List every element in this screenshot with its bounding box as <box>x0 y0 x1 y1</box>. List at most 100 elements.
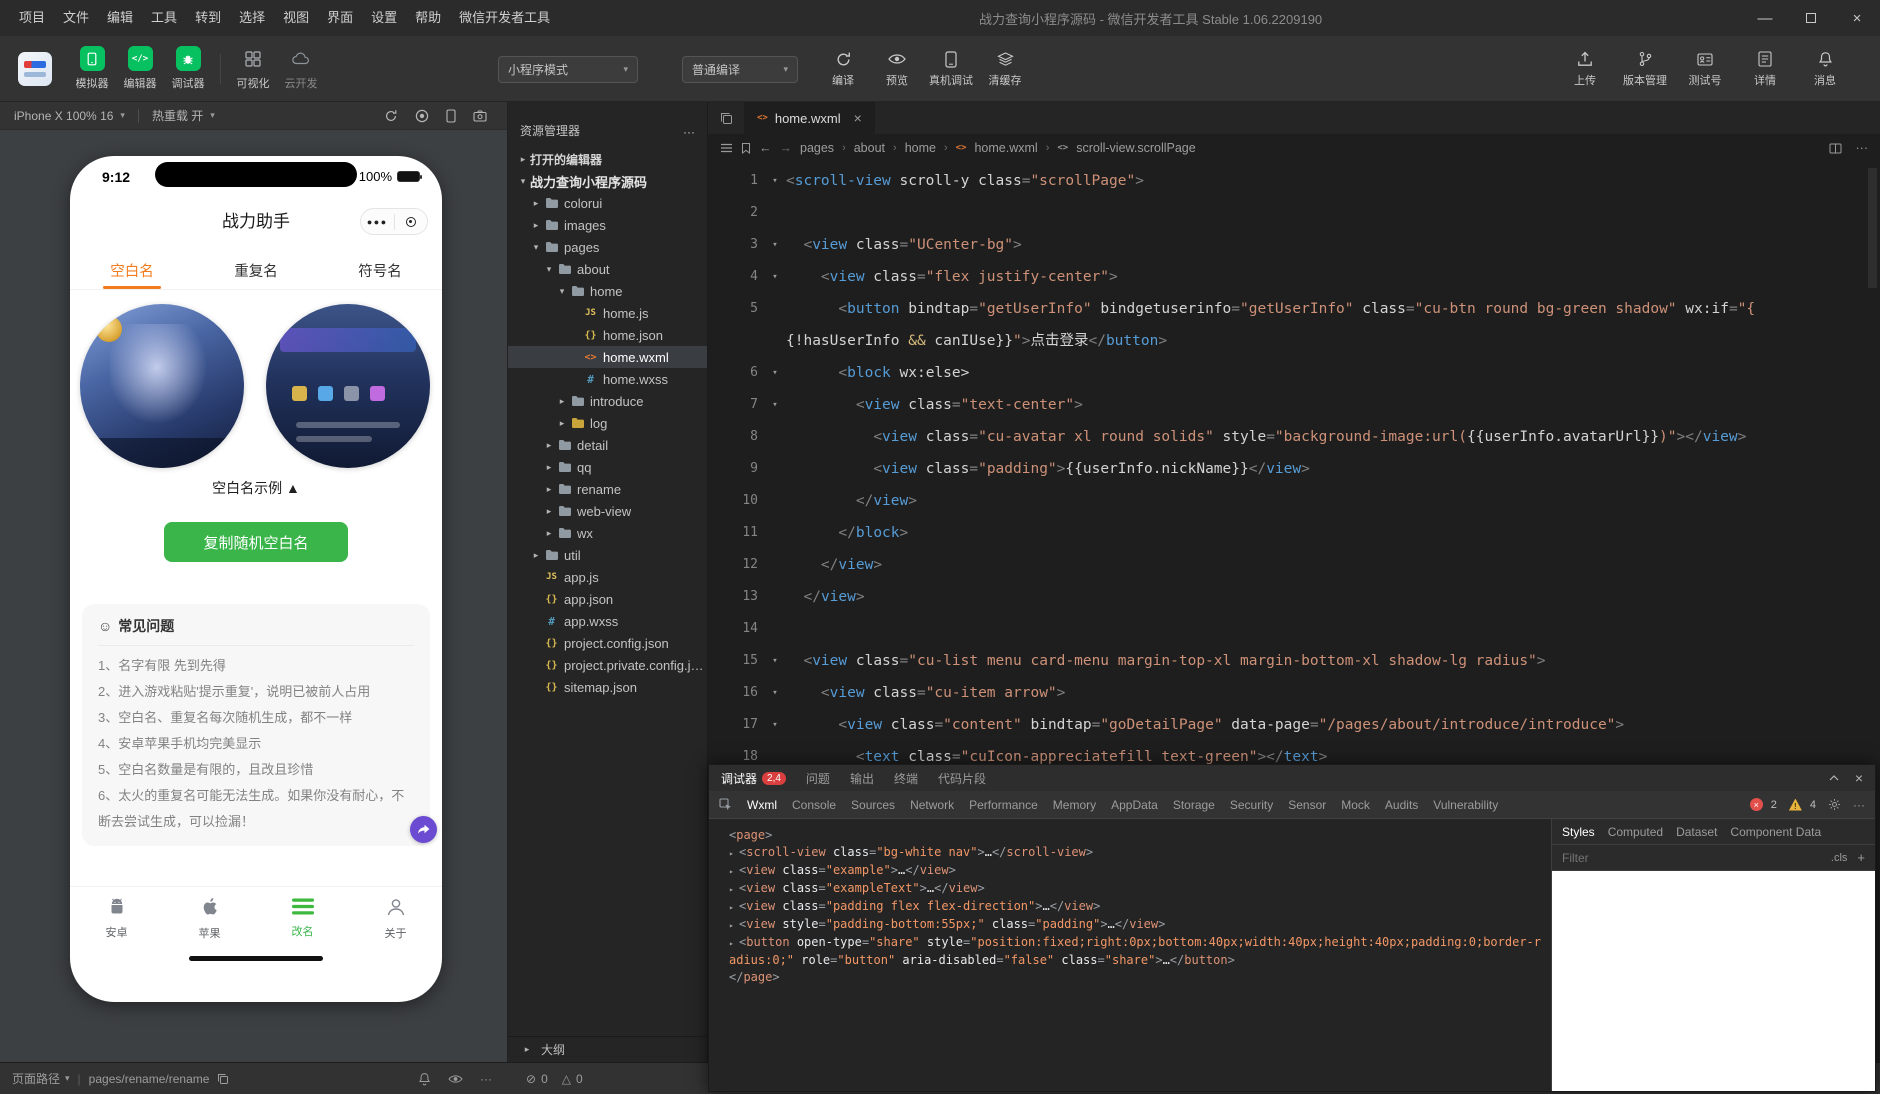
breadcrumb-item[interactable]: home.wxml <box>974 141 1037 155</box>
tree-item-file[interactable]: {}sitemap.json <box>508 676 707 698</box>
tree-item-folder[interactable]: ▸打开的编辑器 <box>508 148 707 170</box>
bell-icon[interactable] <box>418 1072 431 1086</box>
menu-item[interactable]: 转到 <box>186 0 230 36</box>
tree-item-file[interactable]: {}project.config.json <box>508 632 707 654</box>
more-icon[interactable]: ●●● <box>361 217 394 227</box>
devtools-tab-mock[interactable]: Mock <box>1341 798 1370 812</box>
wxml-tree-node[interactable]: ▸<view style="padding-bottom:55px;" clas… <box>719 916 1541 934</box>
debugger-window-tab[interactable]: 代码片段 <box>938 770 986 787</box>
tree-item-folder[interactable]: ▸util <box>508 544 707 566</box>
phone-tab-item[interactable]: 重复名 <box>194 252 318 289</box>
phone-tab-item[interactable]: 符号名 <box>318 252 442 289</box>
device-frame-icon[interactable] <box>446 109 456 123</box>
tree-item-folder[interactable]: ▾pages <box>508 236 707 258</box>
outline-section[interactable]: ▸ 大纲 <box>508 1036 707 1062</box>
tree-item-file[interactable]: JShome.js <box>508 302 707 324</box>
bookmark-icon[interactable] <box>741 142 751 154</box>
devtools-tab-security[interactable]: Security <box>1230 798 1273 812</box>
styles-tab-dataset[interactable]: Dataset <box>1676 825 1717 839</box>
tabbar-item-android[interactable]: 安卓 <box>70 887 163 950</box>
toolbar-simulator-button[interactable]: 模拟器 <box>68 46 116 91</box>
list-icon[interactable] <box>720 143 733 153</box>
styles-tab-computed[interactable]: Computed <box>1608 825 1663 839</box>
inspect-element-icon[interactable] <box>719 798 732 811</box>
compile-mode-select[interactable]: 普通编译▾ <box>682 56 798 83</box>
tree-item-folder[interactable]: ▾战力查询小程序源码 <box>508 170 707 192</box>
close-capsule-icon[interactable] <box>395 217 428 227</box>
menu-item[interactable]: 视图 <box>274 0 318 36</box>
devtools-tab-console[interactable]: Console <box>792 798 836 812</box>
toolbar-test-button[interactable]: 测试号 <box>1678 50 1732 88</box>
devtools-tab-sensor[interactable]: Sensor <box>1288 798 1326 812</box>
tree-item-folder[interactable]: ▾about <box>508 258 707 280</box>
menu-item[interactable]: 文件 <box>54 0 98 36</box>
tree-item-folder[interactable]: ▸log <box>508 412 707 434</box>
record-icon[interactable] <box>415 109 429 123</box>
devtools-tab-storage[interactable]: Storage <box>1173 798 1215 812</box>
copy-random-name-button[interactable]: 复制随机空白名 <box>164 522 348 562</box>
toolbar-device-debug-button[interactable]: 真机调试 <box>924 50 978 88</box>
gear-icon[interactable] <box>1828 798 1841 811</box>
debugger-window-tab[interactable]: 调试器2,4 <box>721 770 786 787</box>
tree-item-file[interactable]: #home.wxss <box>508 368 707 390</box>
menu-item[interactable]: 项目 <box>10 0 54 36</box>
toolbar-detail-button[interactable]: 详情 <box>1738 50 1792 88</box>
copy-path-icon[interactable] <box>217 1073 229 1085</box>
toolbar-upload-button[interactable]: 上传 <box>1558 50 1612 88</box>
capsule-menu[interactable]: ●●● <box>360 208 428 235</box>
tab-home-wxml[interactable]: <> home.wxml × <box>744 102 875 134</box>
menu-item[interactable]: 帮助 <box>406 0 450 36</box>
devtools-tab-performance[interactable]: Performance <box>969 798 1038 812</box>
tree-item-folder[interactable]: ▸web-view <box>508 500 707 522</box>
hot-reload-toggle[interactable]: 热重载 开 <box>152 107 203 124</box>
debugger-window-tab[interactable]: 问题 <box>806 770 830 787</box>
styles-content[interactable] <box>1552 871 1875 1091</box>
breadcrumb-item[interactable]: about <box>854 141 885 155</box>
toolbar-compile-button[interactable]: 编译 <box>816 50 870 88</box>
close-panel-icon[interactable]: × <box>1855 770 1863 786</box>
tree-item-file[interactable]: {}app.json <box>508 588 707 610</box>
tree-item-file[interactable]: JSapp.js <box>508 566 707 588</box>
tree-item-file[interactable]: {}project.private.config.json <box>508 654 707 676</box>
close-tab-icon[interactable]: × <box>854 110 862 126</box>
tree-item-folder[interactable]: ▸wx <box>508 522 707 544</box>
styles-tab-styles[interactable]: Styles <box>1562 825 1595 839</box>
tree-item-folder[interactable]: ▸rename <box>508 478 707 500</box>
tree-item-file[interactable]: {}home.json <box>508 324 707 346</box>
devtools-tab-sources[interactable]: Sources <box>851 798 895 812</box>
tree-item-folder[interactable]: ▸colorui <box>508 192 707 214</box>
tabbar-item-menu[interactable]: 改名 <box>256 887 349 950</box>
warning-status[interactable]: △0 <box>562 1072 583 1086</box>
breadcrumb-item[interactable]: pages <box>800 141 834 155</box>
tree-item-file[interactable]: <>home.wxml <box>508 346 707 368</box>
close-button[interactable]: × <box>1834 0 1880 36</box>
error-status[interactable]: ⊘0 <box>526 1072 548 1086</box>
toolbar-editor-button[interactable]: </>编辑器 <box>116 46 164 91</box>
devtools-tab-appdata[interactable]: AppData <box>1111 798 1158 812</box>
breadcrumb-item[interactable]: scroll-view.scrollPage <box>1076 141 1195 155</box>
wxml-tree-node[interactable]: ▸<view class="padding flex flex-directio… <box>719 898 1541 916</box>
filter-input[interactable] <box>1562 851 1702 865</box>
toolbar-cloud-button[interactable]: 云开发 <box>277 46 325 91</box>
tree-item-folder[interactable]: ▾home <box>508 280 707 302</box>
mode-select[interactable]: 小程序模式▾ <box>498 56 638 83</box>
tabbar-item-person[interactable]: 关于 <box>349 887 442 950</box>
styles-tab-component-data[interactable]: Component Data <box>1730 825 1821 839</box>
panel-more-icon[interactable]: ··· <box>1853 798 1865 812</box>
wxml-tree-node[interactable]: ▸<view class="exampleText">…</view> <box>719 880 1541 898</box>
menu-item[interactable]: 选择 <box>230 0 274 36</box>
phone-tab-active[interactable]: 空白名 <box>70 252 194 289</box>
devtools-tab-audits[interactable]: Audits <box>1385 798 1418 812</box>
menu-item[interactable]: 工具 <box>142 0 186 36</box>
screenshot-icon[interactable] <box>473 110 487 122</box>
tabbar-item-apple[interactable]: 苹果 <box>163 887 256 950</box>
debugger-window-tab[interactable]: 输出 <box>850 770 874 787</box>
page-path-select[interactable]: 页面路径▾ <box>12 1070 70 1087</box>
wxml-tree-node[interactable]: </page> <box>719 969 1541 986</box>
menu-item[interactable]: 界面 <box>318 0 362 36</box>
tree-item-folder[interactable]: ▸detail <box>508 434 707 456</box>
share-float-button[interactable] <box>410 816 437 843</box>
minimize-button[interactable]: — <box>1742 0 1788 36</box>
toolbar-debugger-button[interactable]: 调试器 <box>164 46 212 91</box>
open-files-icon[interactable] <box>708 102 744 134</box>
